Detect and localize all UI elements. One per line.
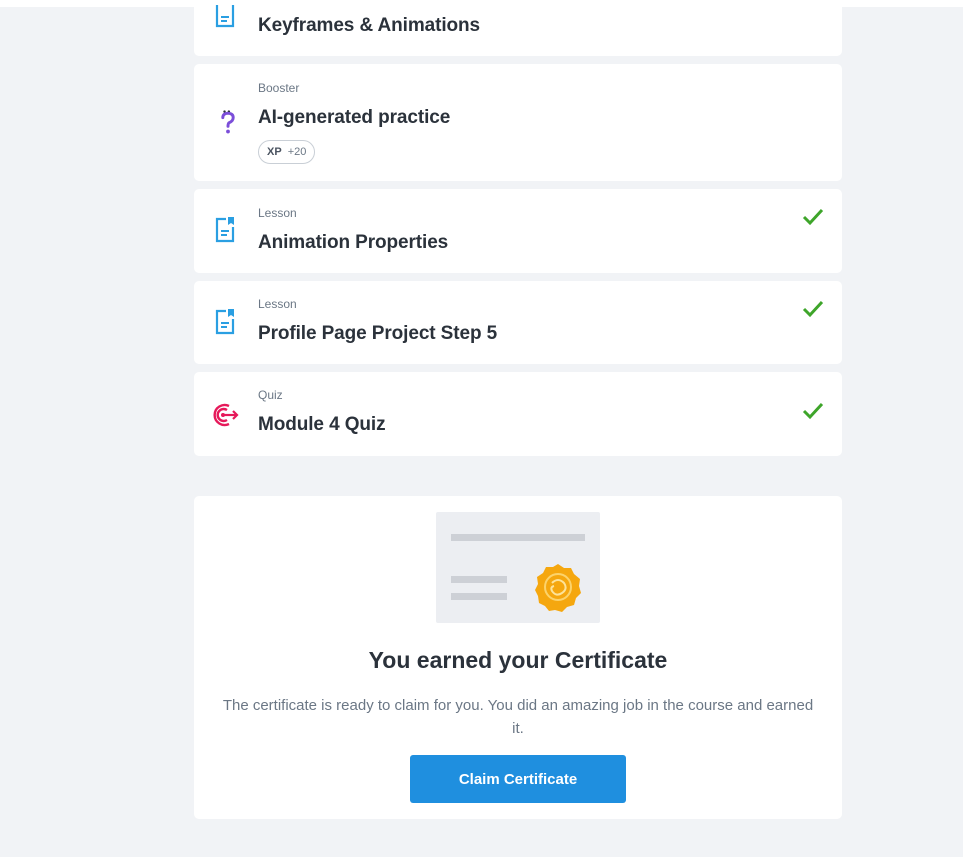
xp-value: +20 bbox=[287, 146, 307, 158]
certificate-description: The certificate is ready to claim for yo… bbox=[222, 697, 814, 737]
lesson-icon bbox=[215, 217, 235, 243]
item-title: Animation Properties bbox=[258, 232, 449, 253]
item-type: Booster bbox=[258, 81, 300, 95]
list-item-animation-properties[interactable]: Lesson Animation Properties bbox=[194, 189, 842, 273]
claim-certificate-button[interactable]: Claim Certificate bbox=[410, 755, 626, 803]
certificate-icon bbox=[451, 534, 585, 612]
item-type: Lesson bbox=[258, 206, 297, 220]
question-mark-icon bbox=[221, 110, 235, 134]
check-icon bbox=[802, 402, 824, 420]
item-title: AI-generated practice bbox=[258, 107, 451, 128]
list-item-ai-practice[interactable]: Booster AI-generated practice XP +20 bbox=[194, 64, 842, 181]
item-type: Quiz bbox=[258, 388, 283, 402]
lesson-icon bbox=[215, 5, 235, 28]
xp-badge: XP +20 bbox=[258, 140, 316, 164]
check-icon bbox=[802, 300, 824, 318]
item-type: Lesson bbox=[258, 297, 297, 311]
item-title: Module 4 Quiz bbox=[258, 414, 386, 435]
target-icon bbox=[213, 403, 239, 427]
list-item-module-quiz[interactable]: Quiz Module 4 Quiz bbox=[194, 372, 842, 456]
certificate-card: You earned your Certificate The certific… bbox=[194, 496, 842, 819]
xp-label: XP bbox=[267, 146, 282, 158]
list-item-profile-page-project[interactable]: Lesson Profile Page Project Step 5 bbox=[194, 281, 842, 364]
lesson-icon bbox=[215, 309, 235, 335]
seal-icon bbox=[535, 564, 581, 612]
check-icon bbox=[802, 208, 824, 226]
item-title: Profile Page Project Step 5 bbox=[258, 323, 498, 344]
certificate-illustration bbox=[436, 512, 600, 623]
certificate-title: You earned your Certificate bbox=[368, 647, 668, 673]
list-item-keyframes[interactable]: Keyframes & Animations bbox=[194, 0, 842, 56]
item-title: Keyframes & Animations bbox=[258, 15, 480, 36]
